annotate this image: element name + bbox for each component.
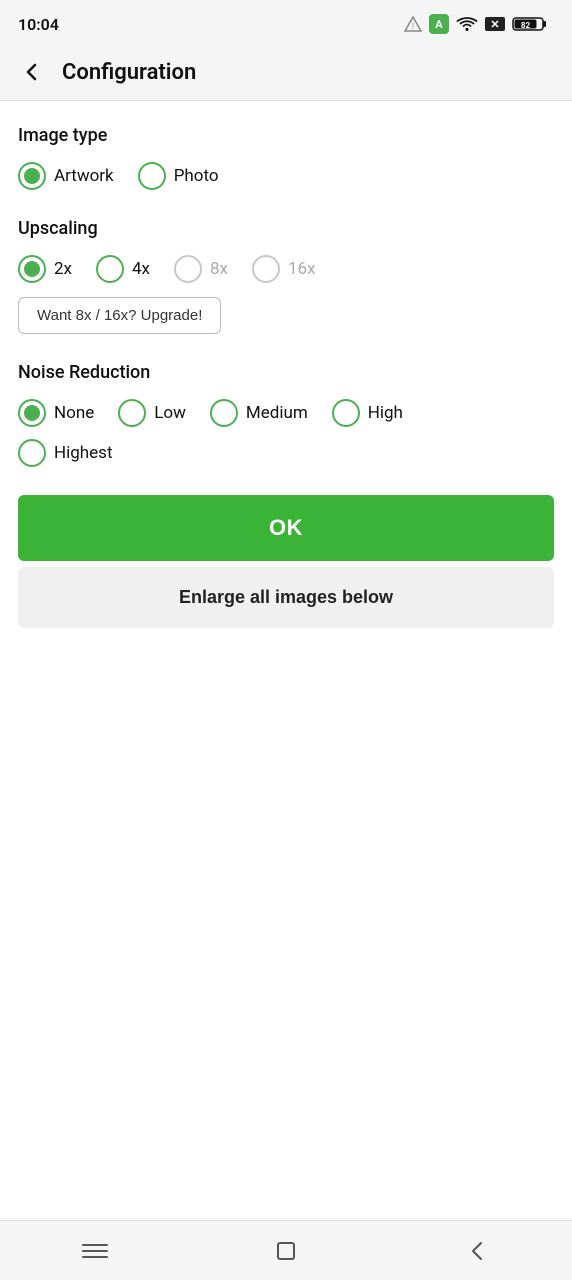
ok-button[interactable]: OK (18, 495, 554, 561)
nav-bar (0, 1220, 572, 1280)
radio-low[interactable]: Low (118, 399, 186, 427)
radio-2x-outer (18, 255, 46, 283)
radio-4x[interactable]: 4x (96, 255, 150, 283)
radio-4x-outer (96, 255, 124, 283)
radio-medium-outer (210, 399, 238, 427)
radio-none-outer (18, 399, 46, 427)
page-title: Configuration (62, 60, 196, 85)
nav-menu-button[interactable] (71, 1227, 119, 1275)
radio-8x-outer (174, 255, 202, 283)
battery-icon: 82 (512, 15, 548, 33)
nav-back-button[interactable] (453, 1227, 501, 1275)
radio-16x: 16x (252, 255, 316, 283)
noise-reduction-title: Noise Reduction (18, 362, 554, 383)
radio-none[interactable]: None (18, 399, 94, 427)
radio-artwork-inner (24, 168, 40, 184)
nav-home-button[interactable] (262, 1227, 310, 1275)
radio-high[interactable]: High (332, 399, 403, 427)
enlarge-button[interactable]: Enlarge all images below (18, 567, 554, 628)
status-bar: 10:04 ! A ✕ 82 (0, 0, 572, 44)
app-icon: A (428, 13, 450, 35)
status-icons: ! A ✕ 82 (404, 13, 554, 35)
radio-8x-label: 8x (210, 259, 228, 279)
radio-16x-label: 16x (288, 259, 316, 279)
radio-medium-label: Medium (246, 403, 308, 423)
svg-text:✕: ✕ (490, 18, 499, 31)
radio-highest[interactable]: Highest (18, 439, 113, 467)
upscaling-options: 2x 4x 8x 16x (18, 255, 554, 283)
radio-2x[interactable]: 2x (18, 255, 72, 283)
radio-2x-inner (24, 261, 40, 277)
content-area: Image type Artwork Photo Upscaling (0, 101, 572, 1220)
header: Configuration (0, 44, 572, 101)
svg-text:A: A (435, 18, 443, 31)
status-time: 10:04 (18, 15, 59, 34)
radio-high-label: High (368, 403, 403, 423)
image-type-section: Image type Artwork Photo (18, 125, 554, 190)
radio-highest-outer (18, 439, 46, 467)
noise-reduction-section: Noise Reduction None Low Medium (18, 362, 554, 467)
radio-highest-label: Highest (54, 443, 113, 463)
svg-text:!: ! (412, 22, 414, 31)
radio-8x: 8x (174, 255, 228, 283)
svg-text:82: 82 (521, 21, 531, 30)
image-type-title: Image type (18, 125, 554, 146)
noise-reduction-options-row2: Highest (18, 439, 554, 467)
radio-16x-outer (252, 255, 280, 283)
radio-2x-label: 2x (54, 259, 72, 279)
radio-none-label: None (54, 403, 94, 423)
radio-4x-label: 4x (132, 259, 150, 279)
radio-photo[interactable]: Photo (138, 162, 219, 190)
radio-photo-label: Photo (174, 166, 219, 186)
action-section: OK Enlarge all images below (18, 495, 554, 628)
warning-icon: ! (404, 16, 422, 32)
radio-artwork-outer (18, 162, 46, 190)
upgrade-button[interactable]: Want 8x / 16x? Upgrade! (18, 297, 221, 334)
radio-high-outer (332, 399, 360, 427)
signal-x-icon: ✕ (484, 16, 506, 32)
radio-low-label: Low (154, 403, 186, 423)
radio-none-inner (24, 405, 40, 421)
radio-low-outer (118, 399, 146, 427)
wifi-icon (456, 16, 478, 32)
radio-photo-outer (138, 162, 166, 190)
upscaling-title: Upscaling (18, 218, 554, 239)
image-type-options: Artwork Photo (18, 162, 554, 190)
radio-medium[interactable]: Medium (210, 399, 308, 427)
upscaling-section: Upscaling 2x 4x 8x 16x (18, 218, 554, 334)
radio-artwork[interactable]: Artwork (18, 162, 114, 190)
back-button[interactable] (14, 54, 50, 90)
noise-reduction-options-row1: None Low Medium High (18, 399, 554, 427)
radio-artwork-label: Artwork (54, 166, 114, 186)
